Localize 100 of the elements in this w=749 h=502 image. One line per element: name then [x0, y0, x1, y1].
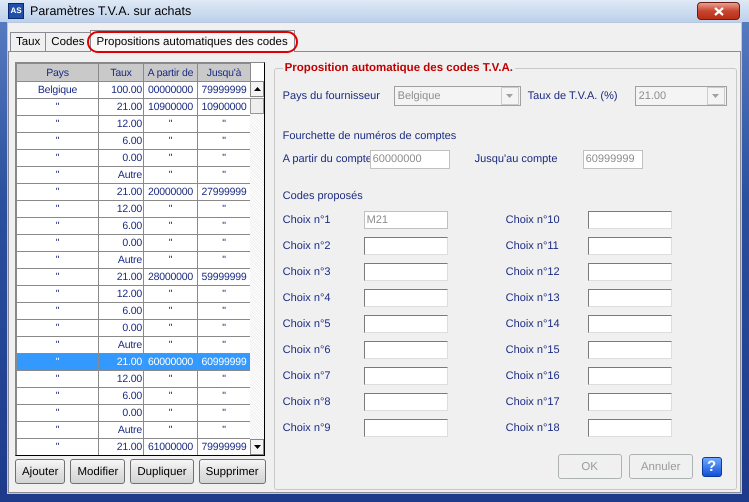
group-title: Proposition automatique des codes T.V.A.	[284, 62, 514, 74]
field-label: Choix n°8	[282, 396, 332, 408]
input-field[interactable]	[588, 315, 672, 333]
tab[interactable]: Propositions automatiques des codes	[90, 30, 295, 52]
table-cell: 6.00	[98, 302, 144, 320]
table-row[interactable]: " 6.00 " "	[16, 132, 250, 150]
table-row[interactable]: " Autre " "	[16, 166, 250, 184]
input-field[interactable]	[364, 367, 448, 385]
table-cell: "	[16, 438, 98, 455]
table-cell: 20000000	[144, 184, 198, 200]
table-row[interactable]: " 0.00 " "	[16, 404, 250, 422]
table-cell: 21.00	[98, 354, 144, 370]
table-cell: "	[144, 320, 198, 336]
action-button[interactable]: Supprimer	[198, 459, 266, 484]
table-row[interactable]: " 12.00 " "	[16, 286, 250, 302]
action-button[interactable]: Dupliquer	[130, 459, 194, 484]
table-cell: 12.00	[98, 286, 144, 302]
table-row[interactable]: " 0.00 " "	[16, 150, 250, 166]
table-cell: "	[16, 98, 98, 116]
action-button[interactable]: Modifier	[70, 459, 126, 484]
tab[interactable]: Taux	[10, 32, 46, 51]
table-cell: "	[16, 132, 98, 150]
field-label: Choix n°17	[506, 396, 561, 408]
table-row[interactable]: " 21.00 10900000 10900000	[16, 98, 250, 116]
column-header[interactable]: Jusqu'à	[198, 64, 250, 82]
input-field[interactable]	[588, 367, 672, 385]
input-field[interactable]	[364, 341, 448, 359]
field-label: Choix n°12	[506, 266, 561, 278]
table-row[interactable]: Belgique 100.00 00000000 79999999	[16, 82, 250, 98]
field-label: Taux de T.V.A. (%)	[528, 90, 619, 102]
input-field[interactable]	[364, 263, 448, 281]
column-header[interactable]: A partir de	[144, 64, 198, 82]
table-row[interactable]: " Autre " "	[16, 252, 250, 268]
table-cell: 60999999	[198, 354, 250, 370]
app-icon: AS	[8, 3, 24, 19]
input-field[interactable]	[364, 393, 448, 411]
field-label: Choix n°18	[506, 422, 561, 434]
field-label: Codes proposés	[282, 190, 364, 202]
arrow-down-icon	[254, 445, 260, 449]
table-row[interactable]: " 21.00 28000000 59999999	[16, 268, 250, 286]
input-field[interactable]	[364, 419, 448, 437]
table-row[interactable]: " 0.00 " "	[16, 320, 250, 336]
table-row[interactable]: " 0.00 " "	[16, 234, 250, 252]
table-cell: "	[16, 302, 98, 320]
table-cell: 21.00	[98, 268, 144, 286]
field-label: Choix n°4	[282, 292, 332, 304]
table-cell: Autre	[98, 422, 144, 438]
table-cell: 6.00	[98, 132, 144, 150]
close-button[interactable]	[697, 2, 740, 20]
table-row[interactable]: " 6.00 " "	[16, 302, 250, 320]
table-cell: "	[144, 252, 198, 268]
table-cell: 0.00	[98, 150, 144, 166]
scroll-down-button[interactable]	[250, 439, 264, 455]
input-field[interactable]	[588, 237, 672, 255]
field-label: A partir du compte	[282, 153, 370, 165]
field-label: Choix n°16	[506, 370, 561, 382]
column-header[interactable]: Taux	[98, 64, 144, 82]
table-cell: 100.00	[98, 82, 144, 98]
field-label: Fourchette de numéros de comptes	[282, 130, 458, 142]
action-button[interactable]: Ajouter	[15, 459, 66, 484]
column-header[interactable]: Pays	[16, 64, 98, 82]
input-field[interactable]	[364, 315, 448, 333]
input-field[interactable]	[588, 211, 672, 229]
field-label: Jusqu'au compte	[474, 153, 558, 165]
table-cell: 6.00	[98, 218, 144, 234]
table-cell: 00000000	[144, 82, 198, 98]
input-field[interactable]	[588, 289, 672, 307]
table-cell: "	[144, 422, 198, 438]
table-row[interactable]: " 21.00 20000000 27999999	[16, 184, 250, 200]
scroll-thumb[interactable]	[250, 98, 264, 114]
table-row[interactable]: " 6.00 " "	[16, 218, 250, 234]
input-field[interactable]	[588, 341, 672, 359]
table-cell: "	[144, 388, 198, 404]
scroll-up-button[interactable]	[250, 81, 264, 97]
input-field[interactable]	[364, 289, 448, 307]
field-label: Choix n°6	[282, 344, 332, 356]
field-label: Choix n°9	[282, 422, 332, 434]
table-row[interactable]: " 12.00 " "	[16, 370, 250, 388]
caret-icon	[506, 94, 514, 98]
table-cell: "	[144, 370, 198, 388]
table-cell: "	[16, 404, 98, 422]
input-field[interactable]	[588, 393, 672, 411]
field-label: Choix n°15	[506, 344, 561, 356]
table-cell: "	[16, 252, 98, 268]
input-field[interactable]	[588, 263, 672, 281]
input-field[interactable]	[588, 419, 672, 437]
table-row[interactable]: " 12.00 " "	[16, 116, 250, 132]
field-label: Choix n°10	[506, 214, 561, 226]
field-label: Choix n°1	[282, 214, 332, 226]
table-row[interactable]: " 6.00 " "	[16, 388, 250, 404]
table-row[interactable]: " Autre " "	[16, 422, 250, 438]
table-cell: 0.00	[98, 404, 144, 422]
table-cell: "	[16, 150, 98, 166]
table-cell: "	[144, 286, 198, 302]
table-cell: "	[144, 116, 198, 132]
scrollbar[interactable]	[250, 81, 264, 455]
table-cell: "	[16, 388, 98, 404]
table-row[interactable]: " 12.00 " "	[16, 200, 250, 218]
table-cell: 10900000	[144, 98, 198, 116]
input-field[interactable]	[364, 237, 448, 255]
